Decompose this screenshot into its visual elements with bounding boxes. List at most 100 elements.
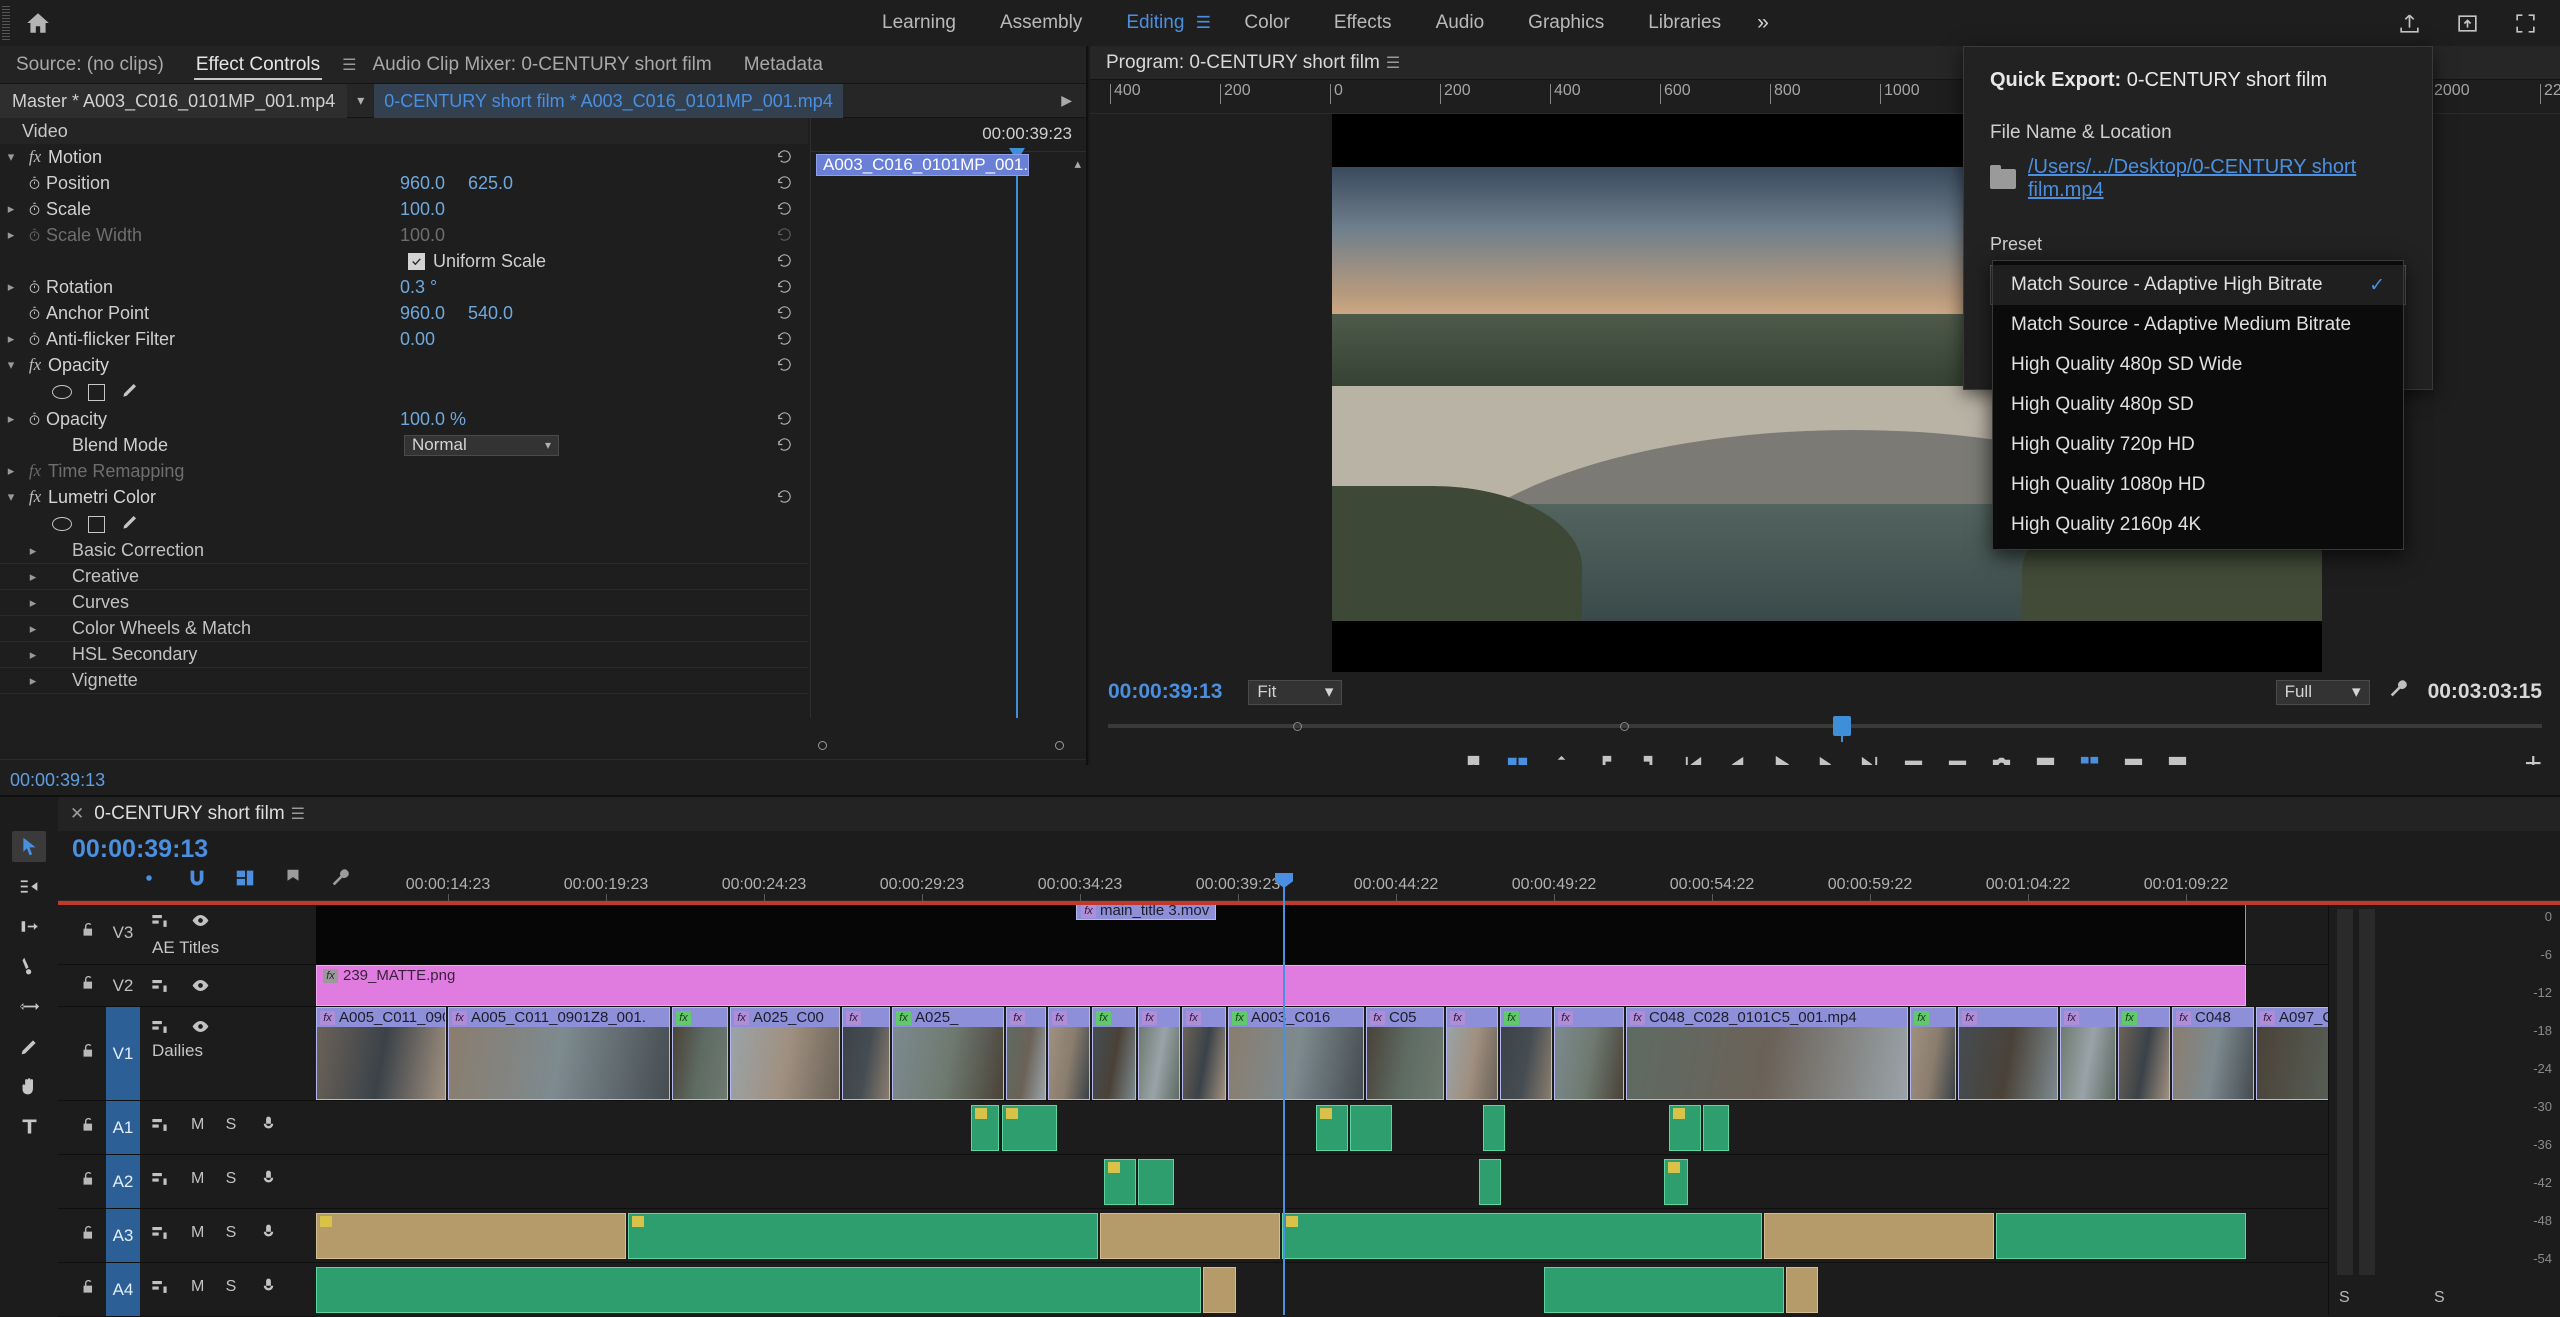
- mute-button[interactable]: M: [191, 1116, 204, 1134]
- audio-clip[interactable]: [1282, 1213, 1762, 1259]
- property-opacity[interactable]: ▸ Opacity 100.0 %: [0, 406, 808, 432]
- track-header-v1[interactable]: V1 Dailies: [58, 1007, 316, 1101]
- mic-icon[interactable]: [259, 1277, 278, 1296]
- close-icon[interactable]: ✕: [70, 804, 84, 824]
- clip-v1[interactable]: fx: [1554, 1007, 1624, 1100]
- lumetri-section-vignette[interactable]: ▸ Vignette: [0, 668, 808, 694]
- program-monitor-title[interactable]: Program: 0-CENTURY short film: [1106, 52, 1380, 74]
- clip-v1[interactable]: fx C048_C028_0101C5_001.mp4: [1626, 1007, 1908, 1100]
- mic-icon[interactable]: [259, 1169, 278, 1188]
- audio-clip[interactable]: [1350, 1105, 1392, 1151]
- property-anchor-point[interactable]: Anchor Point 960.0 540.0: [0, 300, 808, 326]
- property-scale-width[interactable]: ▸ Scale Width 100.0: [0, 222, 808, 248]
- sync-lock-icon[interactable]: [150, 976, 169, 995]
- mic-icon[interactable]: [259, 1115, 278, 1134]
- razor-tool[interactable]: [12, 951, 46, 982]
- clip-v1[interactable]: fx A003_C016: [1228, 1007, 1364, 1100]
- reset-button[interactable]: [776, 174, 794, 192]
- disclosure-triangle-icon[interactable]: ▾: [0, 489, 22, 505]
- property-anti-flicker-filter[interactable]: ▸ Anti-flicker Filter 0.00: [0, 326, 808, 352]
- stopwatch-icon[interactable]: [22, 332, 46, 347]
- eye-icon[interactable]: [191, 976, 210, 995]
- sync-lock-icon[interactable]: [150, 911, 169, 930]
- solo-button[interactable]: S: [225, 1116, 237, 1134]
- hand-tool[interactable]: [12, 1071, 46, 1102]
- property-value[interactable]: 100.0 %: [400, 409, 466, 430]
- lock-icon[interactable]: [80, 1042, 97, 1065]
- clip-v1[interactable]: fx A005_C011_0901Z: [316, 1007, 446, 1100]
- lock-icon[interactable]: [80, 1224, 97, 1247]
- clip-v1[interactable]: fx: [2060, 1007, 2116, 1100]
- mute-button[interactable]: M: [191, 1224, 204, 1242]
- clip-v1[interactable]: fx: [2118, 1007, 2170, 1100]
- track-v1[interactable]: fx A005_C011_0901Z fx A005_C011_0901Z8_001.…: [316, 1007, 2560, 1101]
- track-a3[interactable]: [316, 1209, 2560, 1263]
- track-a2[interactable]: [316, 1155, 2560, 1209]
- effect-controls-clip-bar[interactable]: A003_C016_0101MP_001.mp4: [816, 154, 1029, 176]
- reset-button[interactable]: [776, 436, 794, 454]
- home-button[interactable]: [10, 0, 66, 46]
- mic-icon[interactable]: [259, 1223, 278, 1242]
- preset-option-2160p-4k[interactable]: High Quality 2160p 4K: [1993, 505, 2403, 545]
- audio-clip[interactable]: [1764, 1213, 1994, 1259]
- lumetri-section-curves[interactable]: ▸ Curves: [0, 590, 808, 616]
- audio-clip[interactable]: [1203, 1267, 1236, 1313]
- clip-v1[interactable]: fx A025_C00: [730, 1007, 840, 1100]
- slip-tool[interactable]: [12, 991, 46, 1022]
- disclosure-triangle-icon[interactable]: ▸: [0, 201, 22, 217]
- blend-mode-select[interactable]: Normal ▾: [404, 434, 559, 456]
- track-header-v3[interactable]: V3 AE Titles: [58, 901, 316, 965]
- clip-v1[interactable]: fx C05: [1366, 1007, 1444, 1100]
- track-number-v3[interactable]: V3: [106, 901, 140, 964]
- disclosure-triangle-icon[interactable]: ▸: [0, 279, 22, 295]
- audio-clip[interactable]: [1104, 1159, 1136, 1205]
- track-header-v2[interactable]: V2: [58, 965, 316, 1007]
- sync-lock-icon[interactable]: [150, 1169, 169, 1188]
- lock-icon[interactable]: [80, 921, 97, 944]
- audio-clip[interactable]: [1100, 1213, 1280, 1259]
- render-bar[interactable]: [58, 901, 2560, 905]
- program-monitor-scrubber[interactable]: [1108, 712, 2542, 742]
- workspace-tab-audio[interactable]: Audio: [1414, 0, 1507, 46]
- preset-option-480p-sd[interactable]: High Quality 480p SD: [1993, 385, 2403, 425]
- track-v2[interactable]: fx 239_MATTE.png: [316, 965, 2560, 1007]
- quick-export-button[interactable]: [2452, 8, 2482, 38]
- workspace-tab-color[interactable]: Color: [1222, 0, 1311, 46]
- master-clip-label[interactable]: Master * A003_C016_0101MP_001.mp4: [0, 83, 348, 118]
- clip-v1[interactable]: fx: [1446, 1007, 1498, 1100]
- timeline-tab-label[interactable]: 0-CENTURY short film: [94, 803, 284, 825]
- lock-icon[interactable]: [80, 1278, 97, 1301]
- clip-v1[interactable]: fx: [1500, 1007, 1552, 1100]
- solo-button[interactable]: S: [225, 1224, 237, 1242]
- property-value[interactable]: 100.0: [400, 199, 445, 220]
- property-value-x[interactable]: 960.0: [400, 303, 445, 324]
- audio-meters[interactable]: 0 -6 -12 -18 -24 -30 -36 -42 -48 -54 S S: [2328, 901, 2560, 1315]
- meter-solo-left[interactable]: S: [2339, 1289, 2350, 1307]
- track-a4[interactable]: [316, 1263, 2560, 1315]
- track-number-v2[interactable]: V2: [106, 965, 140, 1006]
- property-rotation[interactable]: ▸ Rotation 0.3 °: [0, 274, 808, 300]
- tab-effect-controls[interactable]: Effect Controls: [180, 46, 336, 84]
- track-v3[interactable]: fx main_title 3.mov: [316, 901, 2560, 965]
- workspace-tab-learning[interactable]: Learning: [860, 0, 978, 46]
- clip-v1[interactable]: fx: [1910, 1007, 1956, 1100]
- preset-option-match-source-high[interactable]: Match Source - Adaptive High Bitrate ✓: [1993, 265, 2403, 305]
- property-position[interactable]: Position 960.0 625.0: [0, 170, 808, 196]
- eye-icon[interactable]: [191, 911, 210, 930]
- property-value-x[interactable]: 960.0: [400, 173, 445, 194]
- track-number-a1[interactable]: A1: [106, 1101, 140, 1154]
- type-tool[interactable]: [12, 1111, 46, 1142]
- clip-v1[interactable]: fx A005_C011_0901Z8_001.: [448, 1007, 670, 1100]
- clip-v1[interactable]: fx: [842, 1007, 890, 1100]
- disclosure-triangle-icon[interactable]: ▸: [22, 621, 44, 637]
- audio-clip[interactable]: [1786, 1267, 1818, 1313]
- pen-mask-icon[interactable]: [121, 380, 140, 405]
- file-path-link[interactable]: /Users/.../Desktop/0-CENTURY short film.…: [2028, 156, 2406, 202]
- sync-lock-icon[interactable]: [150, 1277, 169, 1296]
- workspace-tab-assembly[interactable]: Assembly: [978, 0, 1104, 46]
- sync-lock-icon[interactable]: [150, 1115, 169, 1134]
- track-number-v1[interactable]: V1: [106, 1007, 140, 1100]
- program-current-timecode[interactable]: 00:00:39:13: [1108, 680, 1222, 704]
- property-uniform-scale[interactable]: Uniform Scale: [0, 248, 808, 274]
- track-header-a1[interactable]: A1 M S: [58, 1101, 316, 1155]
